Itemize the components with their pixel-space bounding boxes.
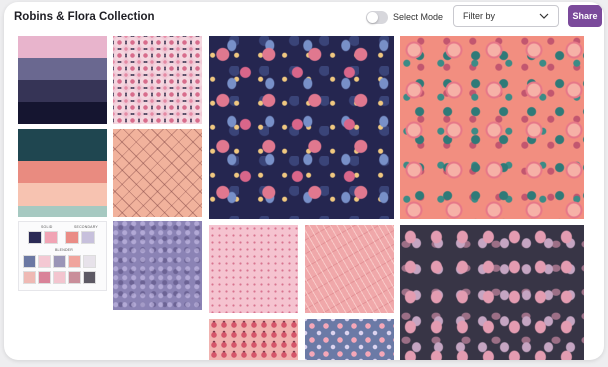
mini-swatch <box>23 271 36 284</box>
lavender-texture-pattern[interactable] <box>113 221 202 310</box>
teal-coral-palette[interactable] <box>18 129 107 217</box>
robins-navy-flora-pattern[interactable] <box>209 36 394 219</box>
toggle-knob <box>367 11 378 23</box>
mini-swatch <box>53 271 66 284</box>
mini-swatch <box>68 255 81 268</box>
palette-swatch <box>18 80 107 102</box>
mini-swatch <box>44 231 58 244</box>
mini-swatch <box>53 255 66 268</box>
chevron-down-icon <box>539 13 549 19</box>
select-mode-toggle[interactable]: Select Mode <box>366 9 443 25</box>
palette-swatch <box>18 205 107 217</box>
mini-swatch <box>81 231 95 244</box>
select-mode-label: Select Mode <box>393 12 444 22</box>
collection-card: Robins & Flora Collection Select Mode Fi… <box>4 2 604 360</box>
pink-fruit-pattern[interactable] <box>209 319 298 360</box>
mini-swatch <box>65 231 79 244</box>
dark-pink-leaves-pattern[interactable] <box>400 225 584 360</box>
mini-swatch <box>23 255 36 268</box>
palette-swatch <box>18 129 107 161</box>
lavender-navy-palette[interactable] <box>18 36 107 124</box>
mini-swatch <box>68 271 81 284</box>
palette-swatch <box>18 58 107 80</box>
palette-swatch <box>18 160 107 184</box>
collection-header: Robins & Flora Collection Select Mode Fi… <box>4 2 604 32</box>
palette-swatch <box>18 183 107 206</box>
sheet-label-blender: BLENDER <box>55 248 73 252</box>
pink-circle-flowers-pattern[interactable] <box>113 36 202 124</box>
sheet-label-secondary: SECONDARY <box>74 225 98 229</box>
palette-swatch <box>18 102 107 124</box>
blue-flora-pattern[interactable] <box>305 319 394 360</box>
share-button[interactable]: Share <box>568 5 602 27</box>
filter-dropdown[interactable]: Filter by <box>453 5 559 27</box>
collection-title: Robins & Flora Collection <box>14 11 155 23</box>
swatch-sheet[interactable]: SOLID SECONDARY BLENDER <box>18 221 107 291</box>
mini-swatch <box>83 271 96 284</box>
palette-swatch <box>18 36 107 58</box>
mini-swatch <box>83 255 96 268</box>
peach-leaf-outline-pattern[interactable] <box>113 129 202 217</box>
mini-swatch <box>38 271 51 284</box>
mini-swatch <box>38 255 51 268</box>
mini-swatch <box>28 231 42 244</box>
pink-dots-pattern[interactable] <box>209 225 298 313</box>
coral-flora-pattern[interactable] <box>400 36 584 219</box>
sheet-label-solid: SOLID <box>41 225 53 229</box>
filter-label: Filter by <box>463 11 496 21</box>
toggle-switch[interactable] <box>366 10 388 24</box>
pink-feather-pattern[interactable] <box>305 225 394 313</box>
